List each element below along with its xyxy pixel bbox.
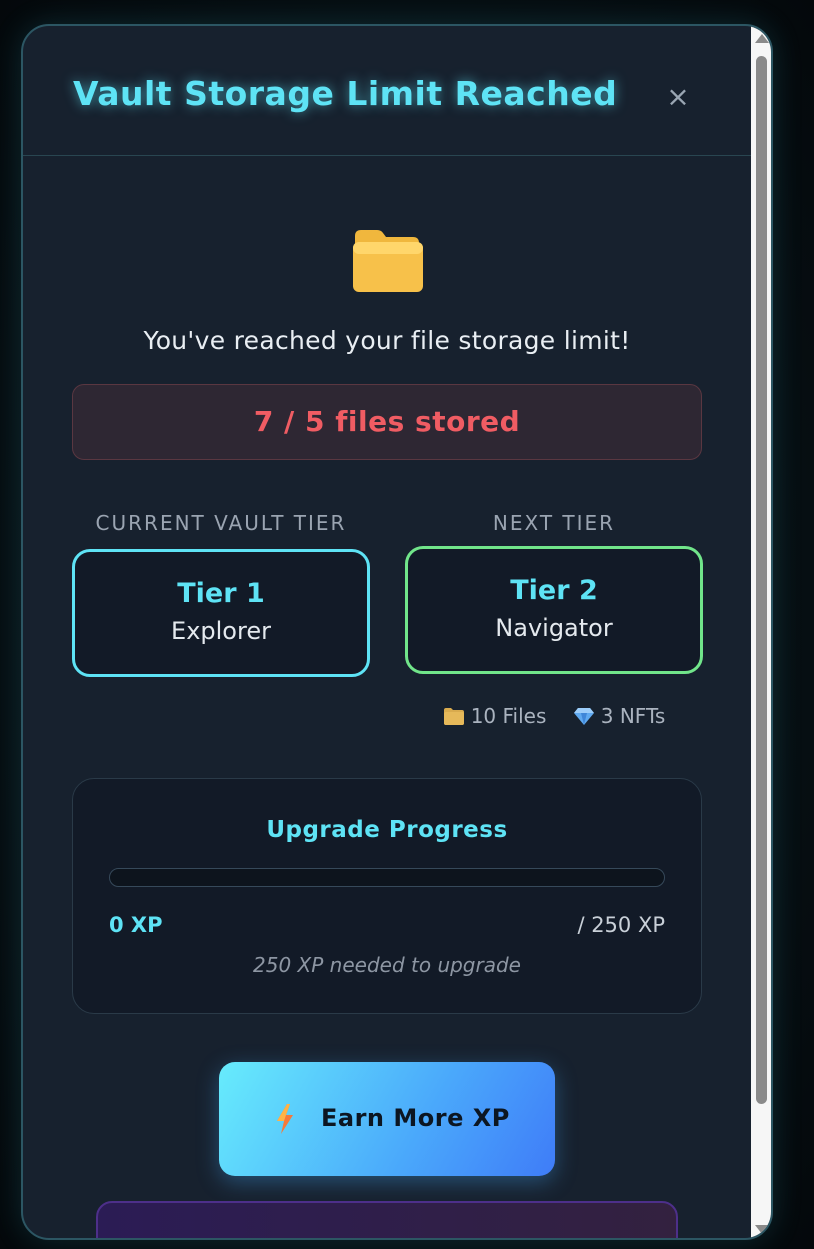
folder-icon [353,230,423,292]
folder-icon [443,708,464,725]
current-tier-number: Tier 1 [177,578,265,609]
next-tier-number: Tier 2 [510,575,598,606]
perk-nfts-label: 3 NFTs [600,704,666,728]
files-usage-badge: 7 / 5 files stored [72,384,702,460]
current-tier-section: CURRENT VAULT TIER Tier 1 Explorer [72,510,370,677]
current-tier-name: Explorer [171,617,271,645]
upgrade-progress-card: Upgrade Progress 0 XP / 250 XP 250 XP ne… [72,778,702,1014]
xp-current: 0 XP [109,913,163,937]
storage-limit-modal: Vault Storage Limit Reached × You've rea… [21,24,773,1240]
earn-more-xp-label: Earn More XP [321,1104,510,1132]
current-tier-heading: CURRENT VAULT TIER [95,511,347,535]
close-button[interactable]: × [663,82,693,112]
diamond-icon [573,708,594,725]
scroll-down-arrow-icon[interactable] [755,1225,769,1234]
promo-card [96,1201,678,1238]
scroll-thumb[interactable] [756,56,767,1104]
modal-header: Vault Storage Limit Reached × [23,26,751,156]
earn-more-xp-button[interactable]: Earn More XP [219,1062,555,1176]
xp-needed-text: 250 XP needed to upgrade [253,953,521,977]
next-tier-heading: NEXT TIER [492,511,616,535]
xp-target: / 250 XP [577,913,665,937]
modal-title: Vault Storage Limit Reached [73,74,618,113]
perk-nfts: 3 NFTs [573,704,666,728]
current-tier-card: Tier 1 Explorer [72,549,370,677]
next-tier-perks: 10 Files 3 NFTs [405,704,703,728]
next-tier-section: NEXT TIER Tier 2 Navigator [405,510,703,674]
modal-scrollbar[interactable] [751,26,771,1238]
next-tier-card: Tier 2 Navigator [405,546,703,674]
scroll-up-arrow-icon[interactable] [755,34,769,43]
progress-title: Upgrade Progress [266,817,508,843]
next-tier-name: Navigator [495,614,613,642]
perk-files: 10 Files [443,704,547,728]
xp-progress-bar [109,868,665,887]
limit-message: You've reached your file storage limit! [143,326,631,355]
lightning-bolt-icon [277,1104,293,1134]
perk-files-label: 10 Files [470,704,547,728]
